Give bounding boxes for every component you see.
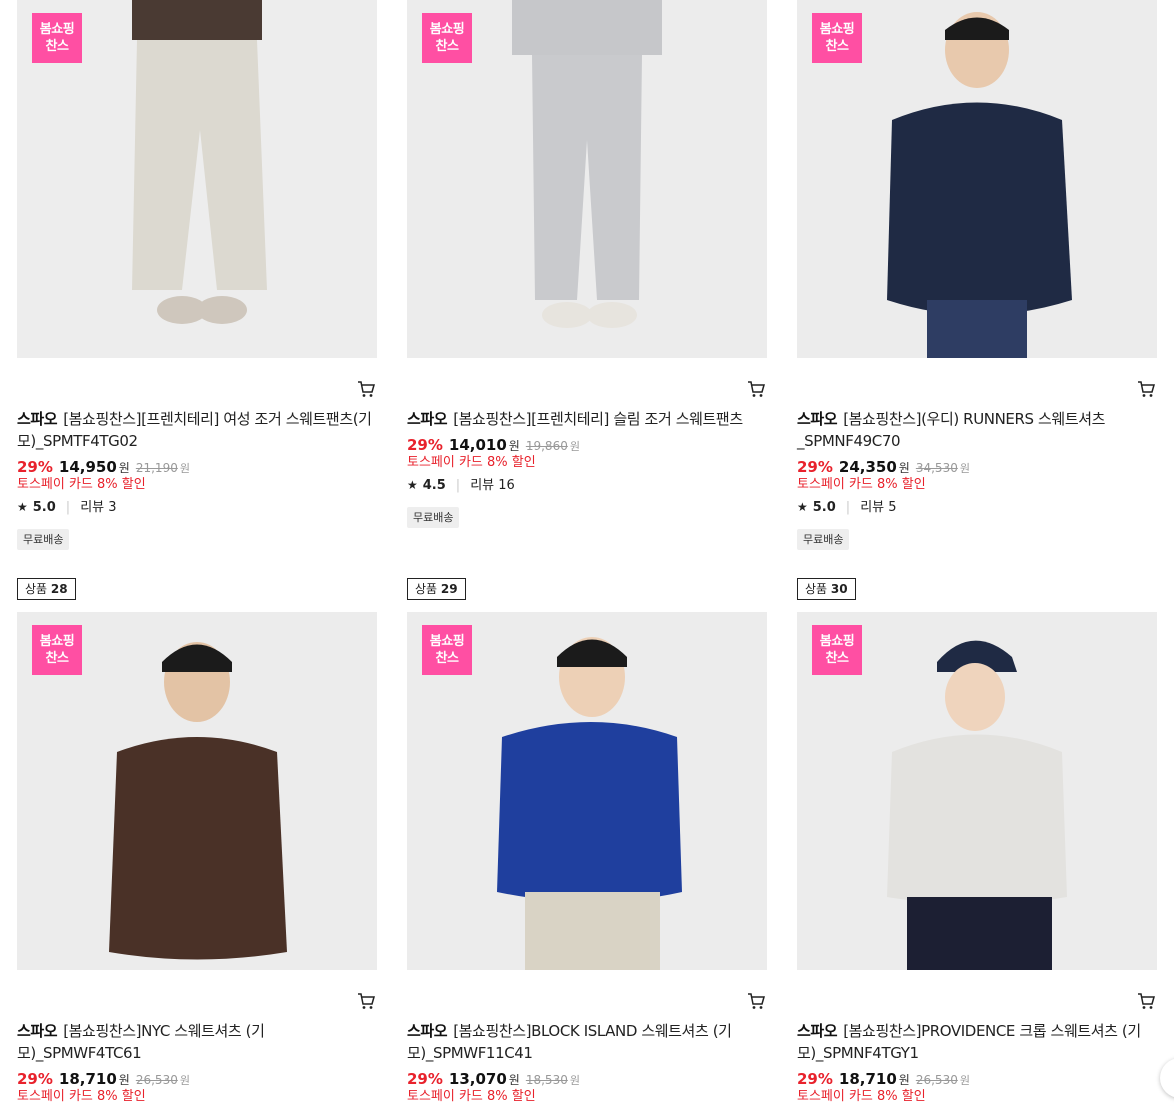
currency: 원 xyxy=(118,461,130,475)
original-price: 26,530 xyxy=(915,1073,958,1087)
toss-discount: 토스페이 카드 8% 할인 xyxy=(797,477,926,492)
discount-rate: 29% xyxy=(17,458,53,476)
original-currency: 원 xyxy=(959,462,970,475)
product-image[interactable]: 봄쇼핑 찬스 xyxy=(407,612,767,970)
star-icon: ★ xyxy=(407,478,418,492)
original-price: 34,530 xyxy=(915,461,958,475)
promo-badge: 봄쇼핑 찬스 xyxy=(32,625,82,675)
cart-icon[interactable] xyxy=(357,992,375,1010)
product-image[interactable]: 봄쇼핑 찬스 xyxy=(797,0,1157,358)
rating-score: 5.0 xyxy=(812,500,836,515)
discount-rate: 29% xyxy=(797,1070,833,1088)
original-price: 18,530 xyxy=(525,1073,568,1087)
promo-badge: 봄쇼핑 찬스 xyxy=(812,13,862,63)
product-label: 상품 xyxy=(25,582,48,596)
currency: 원 xyxy=(508,439,520,453)
product-number: 29 xyxy=(440,582,458,596)
toss-discount: 토스페이 카드 8% 할인 xyxy=(797,1089,926,1104)
currency: 원 xyxy=(898,461,910,475)
product-label: 상품 xyxy=(805,582,828,596)
product-number: 28 xyxy=(50,582,68,596)
product-name: [봄쇼핑찬스][프렌치테리] 여성 조거 스웨트팬츠(기모)_SPMTF4TG0… xyxy=(17,410,372,450)
brand-name: 스파오 xyxy=(17,1022,58,1040)
product-title[interactable]: 스파오 [봄쇼핑찬스][프렌치테리] 슬림 조거 스웨트팬츠 xyxy=(407,408,762,430)
review-count: 리뷰 3 xyxy=(80,500,117,515)
original-price: 19,860 xyxy=(525,439,568,453)
original-currency: 원 xyxy=(179,1074,190,1087)
original-price: 26,530 xyxy=(135,1073,178,1087)
toss-discount: 토스페이 카드 8% 할인 xyxy=(407,455,536,470)
original-currency: 원 xyxy=(569,440,580,453)
promo-badge: 봄쇼핑 찬스 xyxy=(812,625,862,675)
cart-icon[interactable] xyxy=(747,380,765,398)
rating-row: ★ 5.0 | 리뷰 3 xyxy=(17,498,117,517)
rating-score: 4.5 xyxy=(422,478,446,493)
promo-badge: 봄쇼핑 찬스 xyxy=(422,625,472,675)
divider: | xyxy=(455,478,461,493)
cart-icon[interactable] xyxy=(1137,380,1155,398)
star-icon: ★ xyxy=(17,500,28,514)
currency: 원 xyxy=(898,1073,910,1087)
original-currency: 원 xyxy=(569,1074,580,1087)
product-title[interactable]: 스파오 [봄쇼핑찬스]PROVIDENCE 크롭 스웨트셔츠 (기모)_SPMNF… xyxy=(797,1020,1152,1064)
product-title[interactable]: 스파오 [봄쇼핑찬스](우디) RUNNERS 스웨트셔츠_SPMNF49C70 xyxy=(797,408,1152,452)
product-index-tag: 상품 28 xyxy=(17,578,76,600)
divider: | xyxy=(845,500,851,515)
rating-score: 5.0 xyxy=(32,500,56,515)
cart-icon[interactable] xyxy=(1137,992,1155,1010)
cart-icon[interactable] xyxy=(747,992,765,1010)
free-shipping-badge: 무료배송 xyxy=(17,529,70,550)
brand-name: 스파오 xyxy=(17,410,58,428)
cart-icon[interactable] xyxy=(357,380,375,398)
discount-rate: 29% xyxy=(17,1070,53,1088)
product-image[interactable]: 봄쇼핑 찬스 xyxy=(17,0,377,358)
divider: | xyxy=(65,500,71,515)
promo-badge: 봄쇼핑 찬스 xyxy=(32,13,82,63)
product-image[interactable]: 봄쇼핑 찬스 xyxy=(407,0,767,358)
product-image[interactable]: 봄쇼핑 찬스 xyxy=(797,612,1157,970)
product-image[interactable]: 봄쇼핑 찬스 xyxy=(17,612,377,970)
product-name: [봄쇼핑찬스]BLOCK ISLAND 스웨트셔츠 (기모)_SPMWF11C4… xyxy=(407,1022,732,1062)
brand-name: 스파오 xyxy=(797,410,838,428)
product-name: [봄쇼핑찬스][프렌치테리] 슬림 조거 스웨트팬츠 xyxy=(453,410,743,428)
sale-price: 18,710 xyxy=(838,1070,897,1088)
brand-name: 스파오 xyxy=(407,410,448,428)
free-shipping-badge: 무료배송 xyxy=(797,529,850,550)
sale-price: 18,710 xyxy=(58,1070,117,1088)
product-name: [봄쇼핑찬스]PROVIDENCE 크롭 스웨트셔츠 (기모)_SPMNF4TG… xyxy=(797,1022,1141,1062)
star-icon: ★ xyxy=(797,500,808,514)
rating-row: ★ 5.0 | 리뷰 5 xyxy=(797,498,897,517)
sale-price: 13,070 xyxy=(448,1070,507,1088)
product-index-tag: 상품 30 xyxy=(797,578,856,600)
review-count: 리뷰 5 xyxy=(860,500,897,515)
currency: 원 xyxy=(508,1073,520,1087)
toss-discount: 토스페이 카드 8% 할인 xyxy=(17,1089,146,1104)
product-title[interactable]: 스파오 [봄쇼핑찬스]BLOCK ISLAND 스웨트셔츠 (기모)_SPMWF1… xyxy=(407,1020,762,1064)
free-shipping-badge: 무료배송 xyxy=(407,507,460,528)
discount-rate: 29% xyxy=(797,458,833,476)
toss-discount: 토스페이 카드 8% 할인 xyxy=(17,477,146,492)
brand-name: 스파오 xyxy=(407,1022,448,1040)
sale-price: 14,010 xyxy=(448,436,507,454)
sale-price: 24,350 xyxy=(838,458,897,476)
product-number: 30 xyxy=(830,582,848,596)
product-name: [봄쇼핑찬스](우디) RUNNERS 스웨트셔츠_SPMNF49C70 xyxy=(797,410,1106,450)
discount-rate: 29% xyxy=(407,1070,443,1088)
currency: 원 xyxy=(118,1073,130,1087)
product-index-tag: 상품 29 xyxy=(407,578,466,600)
promo-badge: 봄쇼핑 찬스 xyxy=(422,13,472,63)
product-title[interactable]: 스파오 [봄쇼핑찬스][프렌치테리] 여성 조거 스웨트팬츠(기모)_SPMTF4… xyxy=(17,408,372,452)
sale-price: 14,950 xyxy=(58,458,117,476)
original-currency: 원 xyxy=(179,462,190,475)
original-currency: 원 xyxy=(959,1074,970,1087)
product-label: 상품 xyxy=(415,582,438,596)
review-count: 리뷰 16 xyxy=(470,478,515,493)
brand-name: 스파오 xyxy=(797,1022,838,1040)
product-title[interactable]: 스파오 [봄쇼핑찬스]NYC 스웨트셔츠 (기모)_SPMWF4TC61 xyxy=(17,1020,372,1064)
original-price: 21,190 xyxy=(135,461,178,475)
scroll-to-top-button[interactable] xyxy=(1160,1058,1174,1098)
rating-row: ★ 4.5 | 리뷰 16 xyxy=(407,476,515,495)
toss-discount: 토스페이 카드 8% 할인 xyxy=(407,1089,536,1104)
discount-rate: 29% xyxy=(407,436,443,454)
